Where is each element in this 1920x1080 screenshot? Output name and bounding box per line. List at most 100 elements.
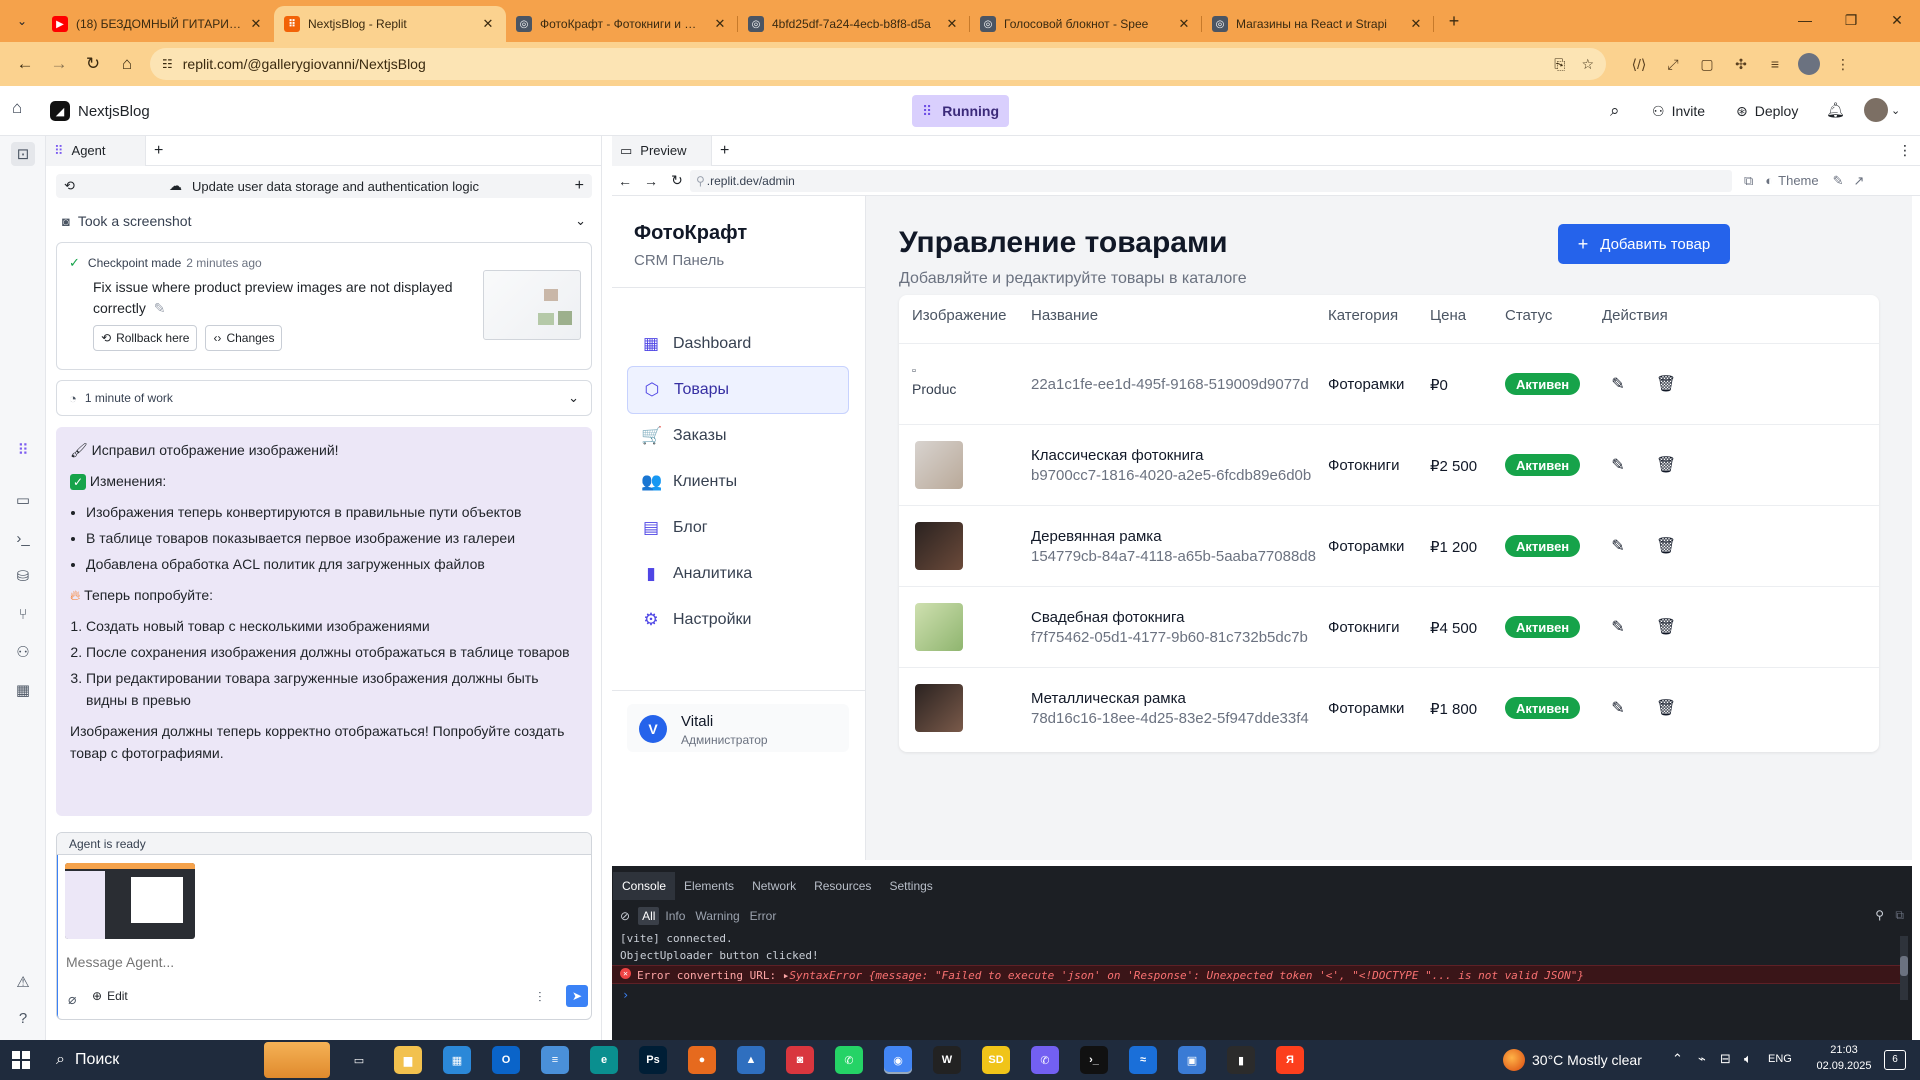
trash-icon[interactable]: 🗑︎ <box>1655 373 1677 395</box>
close-tab-icon[interactable]: ✕ <box>944 16 960 32</box>
install-icon[interactable]: ⎘ <box>1554 56 1565 73</box>
outlook-icon[interactable]: O <box>492 1046 520 1074</box>
taskbar-search[interactable]: ⌕ Поиск <box>56 1048 119 1072</box>
files-icon[interactable]: ⊡ <box>11 142 35 166</box>
tray-chevron-up-icon[interactable]: ⌃ <box>1672 1051 1683 1067</box>
user-settings-icon[interactable]: ⚇ <box>11 640 35 664</box>
rollback-button[interactable]: ⟲ Rollback here <box>93 325 198 351</box>
console-tab[interactable]: Console <box>613 872 676 900</box>
edit-icon[interactable]: ✎ <box>1607 373 1629 395</box>
bookmark-star-icon[interactable]: ☆ <box>1581 56 1594 73</box>
sidebar-item-dashboard[interactable]: ▦ Dashboard <box>627 320 849 368</box>
file-explorer-icon[interactable]: ▆ <box>394 1046 422 1074</box>
extension-screenshot-icon[interactable]: ⤢ <box>1658 49 1688 79</box>
webview-icon[interactable]: ▭ <box>11 488 35 512</box>
console-filter[interactable]: Error <box>746 907 781 925</box>
alerts-icon[interactable]: ⚠ <box>11 970 35 994</box>
profile-avatar[interactable] <box>1794 49 1824 79</box>
paperclip-icon[interactable]: ⌀ <box>68 991 76 1008</box>
edit-icon[interactable]: ✎ <box>1607 616 1629 638</box>
console-tab[interactable]: Elements <box>675 872 743 900</box>
all-tools-icon[interactable]: ▦ <box>11 678 35 702</box>
clear-console-icon[interactable]: ⊘ <box>620 909 630 923</box>
console-filter[interactable]: Info <box>661 907 689 925</box>
viber-icon[interactable]: ✆ <box>1031 1046 1059 1074</box>
browser-tab[interactable]: ◎ Голосовой блокнот - Spee ✕ <box>970 6 1202 42</box>
tab-search-button[interactable]: ⌄ <box>6 5 38 37</box>
sidebar-item-products[interactable]: ⬡ Товары <box>627 366 849 414</box>
deploy-button[interactable]: ⊛ Deploy <box>1726 95 1808 127</box>
close-window-button[interactable]: ✕ <box>1874 0 1920 40</box>
site-info-icon[interactable]: ☷ <box>162 57 173 71</box>
terminal-app-icon[interactable]: ≡ <box>541 1046 569 1074</box>
sidebar-item-clients[interactable]: 👥 Клиенты <box>627 458 849 506</box>
close-tab-icon[interactable]: ✕ <box>248 16 264 32</box>
microsoft-store-icon[interactable]: ▦ <box>443 1046 471 1074</box>
home-button[interactable]: ⌂ <box>110 47 144 81</box>
work-duration[interactable]: ◔ 1 minute of work ⌄ <box>56 380 592 416</box>
browser-tab[interactable]: ◎ Магазины на React и Strapi ✕ <box>1202 6 1434 42</box>
close-tab-icon[interactable]: ✕ <box>480 16 496 32</box>
project-switcher[interactable]: ◢ NextjsBlog <box>50 96 150 126</box>
attached-screenshot[interactable] <box>65 863 195 939</box>
sidebar-item-analytics[interactable]: ▮ Аналитика <box>627 550 849 598</box>
sliders-icon[interactable]: ⫶ <box>538 989 542 1006</box>
minimize-button[interactable]: — <box>1782 0 1828 40</box>
help-icon[interactable]: ? <box>11 1006 35 1030</box>
agent-icon[interactable]: ⠿ <box>11 438 35 462</box>
back-icon[interactable]: ← <box>612 173 638 189</box>
console-filter[interactable]: Warning <box>691 907 743 925</box>
yandex-icon[interactable]: Я <box>1276 1046 1304 1074</box>
user-card[interactable]: V Vitali Администратор <box>627 704 849 752</box>
browser-tab[interactable]: ▶ (18) БЕЗДОМНЫЙ ГИТАРИСТ с ✕ <box>42 6 274 42</box>
run-status-button[interactable]: ⠿ Running <box>912 95 1010 127</box>
search-icon[interactable]: ⌕ <box>1610 101 1620 121</box>
edit-mode-button[interactable]: ⊕ Edit <box>92 989 128 1003</box>
browser-tab[interactable]: ◎ ФотоКрафт - Фотокниги и фот ✕ <box>506 6 738 42</box>
message-input[interactable] <box>66 951 566 973</box>
filter-icon[interactable]: ⚲ <box>1875 908 1884 922</box>
screenshot-step[interactable]: ◙ Took a screenshot ⌄ <box>62 210 586 232</box>
reload-icon[interactable]: ↻ <box>664 172 690 189</box>
new-tab-button[interactable]: + <box>1438 5 1470 37</box>
tab-preview[interactable]: ▭ Preview <box>612 135 712 166</box>
app-orange-icon[interactable]: ● <box>688 1046 716 1074</box>
shell-icon[interactable]: ›_ <box>11 526 35 550</box>
trash-icon[interactable]: 🗑︎ <box>1655 616 1677 638</box>
bell-icon[interactable]: 🔔︎ <box>1826 101 1845 119</box>
close-tab-icon[interactable]: ✕ <box>1176 16 1192 32</box>
whatsapp-icon[interactable]: ✆ <box>835 1046 863 1074</box>
sidebar-item-orders[interactable]: 🛒 Заказы <box>627 412 849 460</box>
git-icon[interactable]: ⑂ <box>11 602 35 626</box>
new-chat-button[interactable]: + <box>575 177 584 195</box>
changes-button[interactable]: ‹› Changes <box>205 325 283 351</box>
chrome-icon[interactable]: ◉ <box>884 1046 912 1074</box>
app-w-icon[interactable]: W <box>933 1046 961 1074</box>
restore-button[interactable]: ❐ <box>1828 0 1874 40</box>
add-product-button[interactable]: + Добавить товар <box>1558 224 1730 264</box>
edit-icon[interactable]: ✎ <box>1607 454 1629 476</box>
tray-volume-icon[interactable]: 🔈︎ <box>1744 1051 1752 1067</box>
console-tab[interactable]: Network <box>743 872 805 900</box>
checkpoint-thumbnail[interactable] <box>483 270 581 340</box>
trash-icon[interactable]: 🗑︎ <box>1655 697 1677 719</box>
external-link-icon[interactable]: ↗ <box>1854 173 1865 189</box>
browser-menu-icon[interactable]: ⋮ <box>1828 49 1858 79</box>
user-avatar-menu[interactable]: ⌄ <box>1864 98 1900 122</box>
sidebar-item-blog[interactable]: ▤ Блог <box>627 504 849 552</box>
error-body[interactable]: SyntaxError {message: "Failed to execute… <box>789 969 1584 982</box>
forward-icon[interactable]: → <box>638 173 664 189</box>
close-tab-icon[interactable]: ✕ <box>712 16 728 32</box>
panel-resizer[interactable] <box>602 136 612 1040</box>
new-preview-tab-button[interactable]: + <box>712 136 737 166</box>
clock[interactable]: 21:03 02.09.2025 <box>1816 1044 1872 1072</box>
edit-icon[interactable]: ✎ <box>1607 535 1629 557</box>
start-button[interactable] <box>12 1051 30 1069</box>
browser-tab[interactable]: ⠿ NextjsBlog - Replit ✕ <box>274 6 506 42</box>
invite-button[interactable]: ⚇ Invite <box>1642 95 1715 127</box>
console-tab[interactable]: Resources <box>805 872 880 900</box>
reading-list-icon[interactable]: ≡ <box>1760 49 1790 79</box>
reload-button[interactable]: ↻ <box>76 47 110 81</box>
database-icon[interactable]: ⛁ <box>11 564 35 588</box>
app-screen-icon[interactable]: ▣ <box>1178 1046 1206 1074</box>
